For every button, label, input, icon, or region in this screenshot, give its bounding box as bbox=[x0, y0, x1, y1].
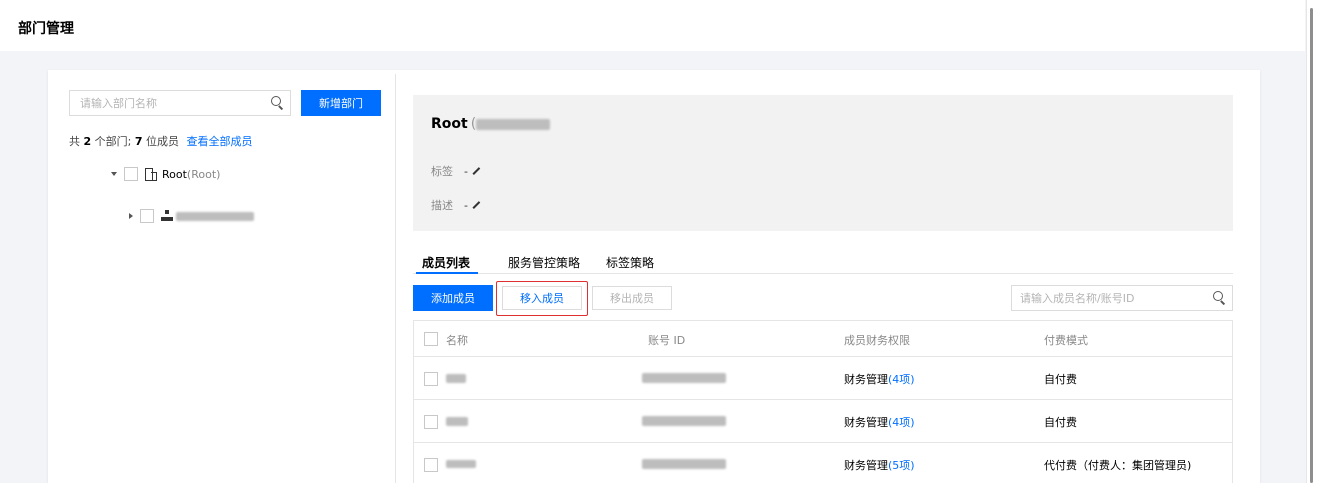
table-row[interactable]: 财务管理 (4项) 自付费 bbox=[414, 400, 1232, 443]
tree-node-label: Root bbox=[162, 167, 187, 181]
search-icon[interactable] bbox=[1213, 291, 1226, 304]
table-header: 名称 账号 ID 成员财务权限 付费模式 bbox=[414, 321, 1232, 357]
redacted-member-name bbox=[446, 460, 476, 468]
member-table: 名称 账号 ID 成员财务权限 付费模式 财务管理 (4项) 自付费 财务管理 (4… bbox=[413, 320, 1233, 483]
tree-node-sub: (Root) bbox=[186, 167, 221, 181]
panel-divider bbox=[395, 74, 396, 483]
tree-node-checkbox[interactable] bbox=[140, 209, 154, 223]
row-checkbox[interactable] bbox=[424, 372, 438, 386]
payment-mode: 代付费（付费人：集团管理员) bbox=[1044, 459, 1192, 472]
payment-mode: 自付费 bbox=[1044, 373, 1077, 386]
top-header: 部门管理 bbox=[0, 0, 1305, 51]
finance-label: 财务管理 bbox=[844, 373, 888, 386]
department-name: Root bbox=[431, 116, 468, 132]
finance-count-link[interactable]: (5项) bbox=[888, 457, 915, 473]
member-search bbox=[1011, 285, 1233, 311]
finance-count-link[interactable]: (4项) bbox=[888, 414, 915, 430]
description-label: 描述 bbox=[431, 199, 453, 212]
redacted-department-id bbox=[476, 118, 551, 130]
tab-service-control-policy[interactable]: 服务管控策略 bbox=[508, 254, 580, 271]
search-icon[interactable] bbox=[271, 96, 284, 109]
tag-value: - bbox=[464, 164, 468, 178]
org-chart-icon bbox=[161, 210, 173, 222]
description-row: 描述 - bbox=[431, 197, 481, 213]
header-name: 名称 bbox=[446, 334, 468, 347]
tree-node-child[interactable] bbox=[129, 208, 254, 224]
table-row[interactable]: 财务管理 (4项) 自付费 bbox=[414, 357, 1232, 400]
tab-tag-policy[interactable]: 标签策略 bbox=[606, 254, 654, 271]
redacted-account-id bbox=[642, 416, 726, 426]
view-all-members-link[interactable]: 查看全部成员 bbox=[187, 135, 253, 148]
add-member-button[interactable]: 添加成员 bbox=[413, 285, 493, 311]
member-count: 7 bbox=[134, 135, 143, 148]
member-search-input[interactable] bbox=[1012, 286, 1202, 310]
page-scrollbar[interactable] bbox=[1306, 0, 1317, 483]
summary-dept-text: 个部门; bbox=[94, 135, 132, 148]
tree-node-checkbox[interactable] bbox=[124, 167, 138, 181]
finance-permission: 财务管理 (4项) bbox=[844, 414, 915, 430]
department-count: 2 bbox=[83, 135, 92, 148]
finance-label: 财务管理 bbox=[844, 459, 888, 472]
row-checkbox[interactable] bbox=[424, 415, 438, 429]
move-out-member-button[interactable]: 移出成员 bbox=[592, 286, 672, 310]
redacted-member-name bbox=[446, 417, 468, 426]
edit-tag-icon[interactable] bbox=[471, 166, 481, 176]
edit-description-icon[interactable] bbox=[471, 200, 481, 210]
tree-node-root[interactable]: Root (Root) bbox=[111, 166, 220, 182]
tab-member-list[interactable]: 成员列表 bbox=[415, 254, 479, 274]
row-checkbox[interactable] bbox=[424, 458, 438, 472]
description-value: - bbox=[464, 198, 468, 212]
add-department-button[interactable]: 新增部门 bbox=[301, 90, 381, 116]
header-finance-permission: 成员财务权限 bbox=[844, 334, 910, 347]
select-all-checkbox[interactable] bbox=[424, 332, 438, 346]
table-row[interactable]: 财务管理 (5项) 代付费（付费人：集团管理员) bbox=[414, 443, 1232, 483]
payment-mode: 自付费 bbox=[1044, 416, 1077, 429]
chevron-down-icon[interactable] bbox=[111, 172, 117, 176]
header-payment-mode: 付费模式 bbox=[1044, 334, 1088, 347]
tag-row: 标签 - bbox=[431, 163, 481, 179]
finance-label: 财务管理 bbox=[844, 416, 888, 429]
department-search bbox=[69, 90, 291, 116]
redacted-member-name bbox=[446, 374, 466, 383]
summary-member-text: 位成员 bbox=[146, 135, 180, 148]
summary-prefix: 共 bbox=[69, 135, 80, 148]
scrollbar-thumb[interactable] bbox=[1310, 8, 1313, 483]
page-title: 部门管理 bbox=[18, 21, 74, 37]
department-search-input[interactable] bbox=[70, 91, 260, 115]
building-icon bbox=[145, 168, 157, 181]
finance-permission: 财务管理 (4项) bbox=[844, 371, 915, 387]
chevron-right-icon[interactable] bbox=[129, 213, 133, 219]
department-summary: 共 2 个部门; 7 位成员 查看全部成员 bbox=[69, 133, 253, 149]
header-account-id: 账号 ID bbox=[648, 334, 686, 347]
redacted-account-id bbox=[642, 373, 726, 383]
department-title: Root ( bbox=[431, 116, 551, 132]
redacted-department-name bbox=[176, 211, 254, 221]
highlight-annotation bbox=[496, 281, 588, 316]
tag-label: 标签 bbox=[431, 165, 453, 178]
finance-count-link[interactable]: (4项) bbox=[888, 371, 915, 387]
member-tabs: 成员列表 服务管控策略 标签策略 bbox=[413, 254, 1233, 274]
redacted-account-id bbox=[642, 459, 726, 469]
finance-permission: 财务管理 (5项) bbox=[844, 457, 915, 473]
